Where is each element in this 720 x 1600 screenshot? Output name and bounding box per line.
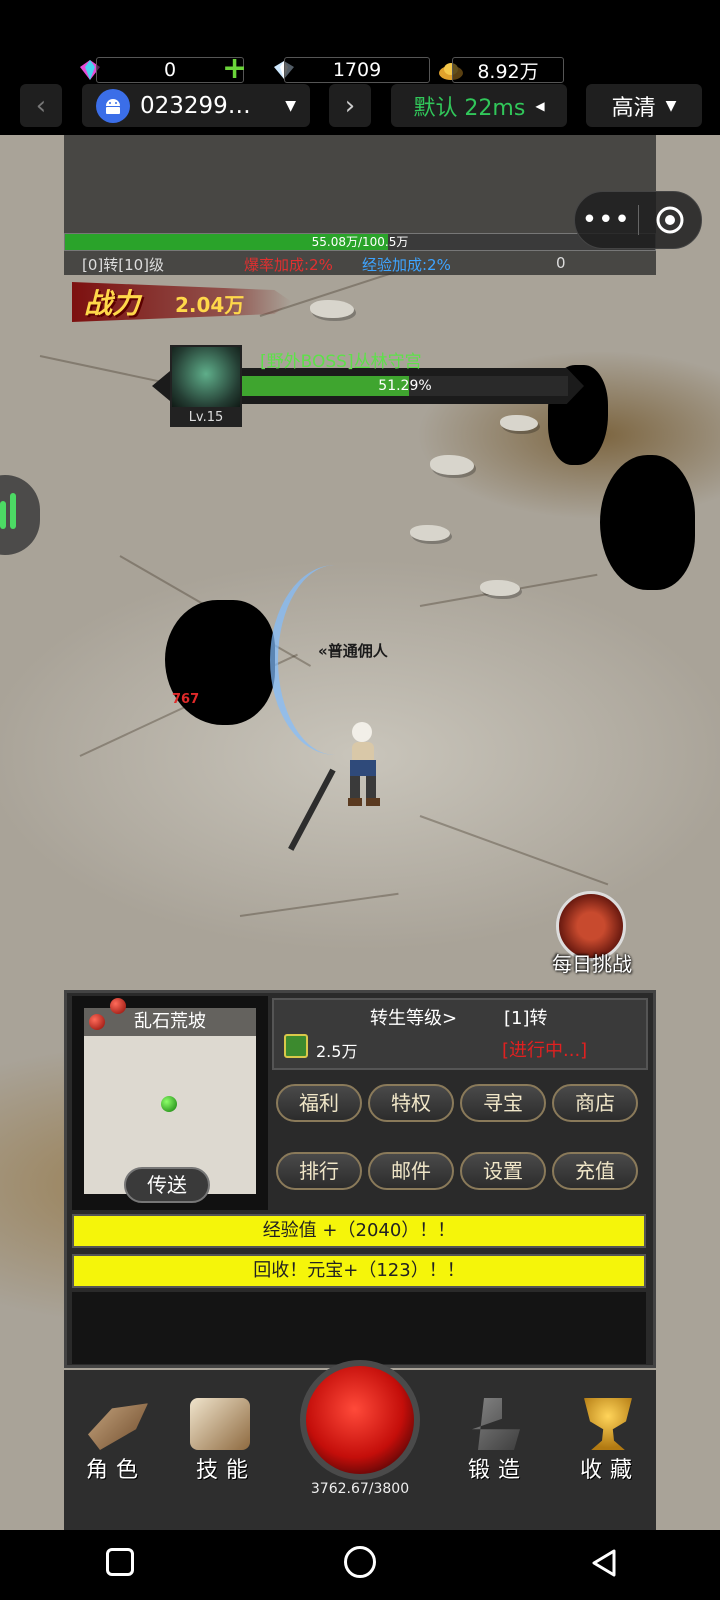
back-button[interactable]: ‹ <box>20 84 62 127</box>
exp-bar: 55.08万/100.5万 <box>64 233 656 251</box>
close-target-icon[interactable] <box>639 205 702 235</box>
exp-gain-message: 经验值 +（2040）！！ <box>72 1214 646 1248</box>
damage-number: 767 <box>172 692 200 707</box>
hero-character[interactable] <box>336 720 388 806</box>
device-id: 023299… <box>140 92 251 119</box>
boss-name: [野外BOSS]丛林守宫 <box>260 352 422 372</box>
rock <box>310 300 354 318</box>
latency-selector[interactable]: 默认 22ms ◀ <box>391 84 567 127</box>
miniprogram-capsule[interactable]: ••• <box>574 191 702 249</box>
combat-power-label: 战力 <box>84 287 141 320</box>
exp-bonus-text: 经验加成:2% <box>362 256 451 274</box>
boss-level: Lv.15 <box>170 409 242 427</box>
caret-down-icon: ▼ <box>665 97 677 114</box>
device-selector[interactable]: 023299… ▼ <box>82 84 310 127</box>
minimap-enemy-dot <box>89 1014 105 1030</box>
rebirth-level-text: [0]转[10]级 <box>82 256 165 274</box>
recharge-button[interactable]: 充值 <box>552 1152 638 1190</box>
caret-right-icon: ◀ <box>535 98 545 113</box>
hp-text: 3762.67/3800 <box>310 1481 410 1497</box>
gem-count: 0 <box>163 59 177 81</box>
caret-down-icon: ▼ <box>285 97 296 114</box>
signal-bar <box>0 501 6 529</box>
exp-text: 55.08万/100.5万 <box>311 235 409 249</box>
nav-forge[interactable]: 锻造 <box>468 1452 528 1484</box>
nav-collection[interactable]: 收藏 <box>580 1452 640 1484</box>
chevron-left-icon: ‹ <box>35 90 47 121</box>
ground-crack <box>419 815 609 886</box>
home-icon[interactable] <box>344 1546 376 1578</box>
gold-count: 8.92万 <box>477 60 539 83</box>
rock <box>410 525 450 541</box>
minimap-title: 乱石荒坡 <box>84 1008 256 1036</box>
ground-crack <box>239 892 399 917</box>
rebirth-state: [进行中...] <box>502 1040 588 1061</box>
rock <box>480 580 520 596</box>
extra-value: 0 <box>556 254 566 272</box>
mail-button[interactable]: 邮件 <box>368 1152 454 1190</box>
combat-power-value: 2.04万 <box>175 293 245 317</box>
diamond-count: 1709 <box>332 59 382 81</box>
rebirth-level: [1]转 <box>504 1008 548 1029</box>
skill-book-icon[interactable] <box>190 1398 250 1450</box>
chevron-right-icon: › <box>344 90 356 121</box>
jade-icon <box>284 1034 308 1058</box>
ranking-button[interactable]: 排行 <box>276 1152 362 1190</box>
monster-silhouette[interactable] <box>600 455 695 590</box>
rebirth-title: 转生等级> <box>370 1008 458 1029</box>
nav-skills[interactable]: 技能 <box>196 1452 256 1484</box>
drop-bonus-text: 爆率加成:2% <box>244 256 333 274</box>
minimap-enemy-dot <box>110 998 126 1014</box>
teleport-button[interactable]: 传送 <box>124 1167 210 1203</box>
diamond-counter: 1709 <box>284 57 430 83</box>
add-gem-icon[interactable]: + <box>222 54 247 84</box>
recents-icon[interactable] <box>106 1548 134 1576</box>
more-icon[interactable]: ••• <box>575 205 638 235</box>
gold-counter: 8.92万 <box>452 57 564 83</box>
quality-selector[interactable]: 高清 ▼ <box>586 84 702 127</box>
forward-button[interactable]: › <box>329 84 371 127</box>
daily-challenge-label: 每日挑战 <box>552 952 632 976</box>
nav-character[interactable]: 角色 <box>86 1452 146 1484</box>
settings-button[interactable]: 设置 <box>460 1152 546 1190</box>
recycle-message: 回收！元宝+（123）！！ <box>72 1254 646 1288</box>
minimap-player-dot <box>161 1096 177 1112</box>
quality-label: 高清 <box>611 95 656 121</box>
treasure-hunt-button[interactable]: 寻宝 <box>460 1084 546 1122</box>
welfare-button[interactable]: 福利 <box>276 1084 362 1122</box>
boss-hp-percent: 51.29% <box>378 378 432 394</box>
npc-name-label: «普通佣人 <box>318 642 388 660</box>
boss-portrait[interactable] <box>170 345 242 409</box>
rebirth-cost: 2.5万 <box>316 1042 358 1061</box>
back-triangle-icon[interactable] <box>590 1548 618 1582</box>
android-icon <box>96 88 130 123</box>
hp-orb[interactable] <box>300 1360 420 1480</box>
shop-button[interactable]: 商店 <box>552 1084 638 1122</box>
signal-bar <box>10 493 16 529</box>
rock <box>500 415 538 431</box>
privilege-button[interactable]: 特权 <box>368 1084 454 1122</box>
message-log <box>72 1292 646 1364</box>
rock <box>430 455 474 475</box>
latency-label: 默认 22ms <box>413 95 526 121</box>
